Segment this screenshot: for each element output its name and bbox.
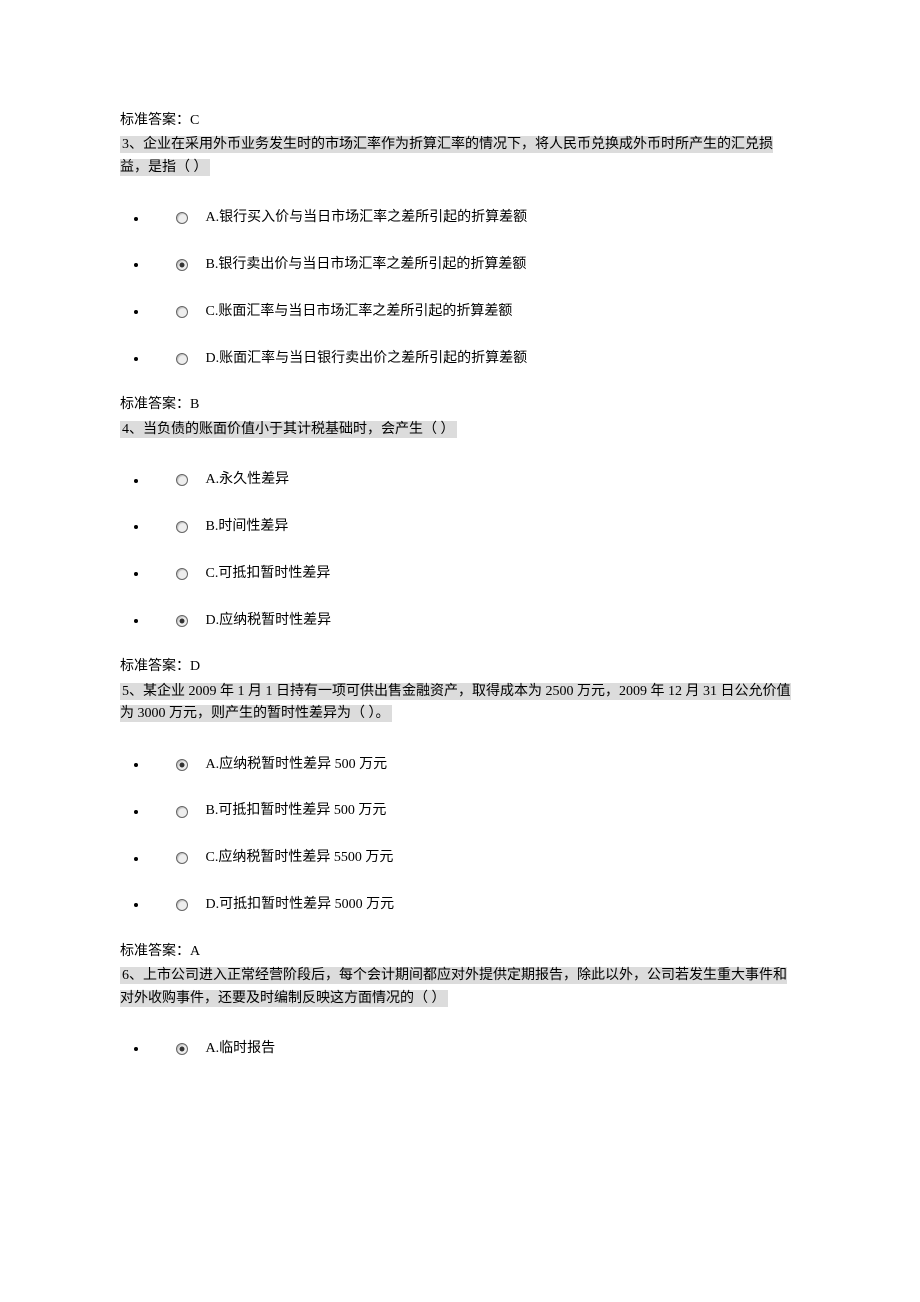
radio-icon[interactable]	[176, 899, 188, 911]
list-item: C.应纳税暂时性差异 5500 万元	[148, 847, 800, 870]
option-label: B.可抵扣暂时性差异 500 万元	[206, 803, 387, 818]
list-item: A.永久性差异	[148, 469, 800, 492]
q3-answer: 标准答案：B	[120, 394, 800, 416]
option-label: B.时间性差异	[206, 519, 289, 534]
option-label: B.银行卖出价与当日市场汇率之差所引起的折算差额	[206, 257, 527, 272]
option-label: C.账面汇率与当日市场汇率之差所引起的折算差额	[206, 304, 513, 319]
option-label: A.永久性差异	[206, 472, 290, 487]
list-item: D.应纳税暂时性差异	[148, 610, 800, 633]
option-label: C.应纳税暂时性差异 5500 万元	[206, 850, 394, 865]
q6-text: 6、上市公司进入正常经营阶段后，每个会计期间都应对外提供定期报告，除此以外，公司…	[120, 967, 787, 1006]
radio-icon[interactable]	[176, 306, 188, 318]
q5-block: 5、某企业 2009 年 1 月 1 日持有一项可供出售金融资产，取得成本为 2…	[120, 681, 800, 726]
list-item: B.银行卖出价与当日市场汇率之差所引起的折算差额	[148, 254, 800, 277]
q6-options: A.临时报告	[120, 1038, 800, 1061]
radio-icon[interactable]	[176, 759, 188, 771]
option-label: D.应纳税暂时性差异	[206, 613, 332, 628]
radio-icon[interactable]	[176, 1043, 188, 1055]
option-label: C.可抵扣暂时性差异	[206, 566, 331, 581]
q4-answer: 标准答案：D	[120, 656, 800, 678]
radio-icon[interactable]	[176, 852, 188, 864]
q3-options: A.银行买入价与当日市场汇率之差所引起的折算差额 B.银行卖出价与当日市场汇率之…	[120, 207, 800, 370]
q5-answer: 标准答案：A	[120, 941, 800, 963]
radio-icon[interactable]	[176, 568, 188, 580]
option-label: A.银行买入价与当日市场汇率之差所引起的折算差额	[206, 210, 528, 225]
q4-block: 4、当负债的账面价值小于其计税基础时，会产生（ ）	[120, 419, 800, 441]
list-item: B.可抵扣暂时性差异 500 万元	[148, 800, 800, 823]
radio-icon[interactable]	[176, 212, 188, 224]
list-item: A.银行买入价与当日市场汇率之差所引起的折算差额	[148, 207, 800, 230]
q2-answer: 标准答案：C	[120, 110, 800, 132]
list-item: A.应纳税暂时性差异 500 万元	[148, 754, 800, 777]
list-item: B.时间性差异	[148, 516, 800, 539]
q5-options: A.应纳税暂时性差异 500 万元 B.可抵扣暂时性差异 500 万元 C.应纳…	[120, 754, 800, 917]
radio-icon[interactable]	[176, 806, 188, 818]
radio-icon[interactable]	[176, 259, 188, 271]
option-label: D.账面汇率与当日银行卖出价之差所引起的折算差额	[206, 351, 528, 366]
q5-text: 5、某企业 2009 年 1 月 1 日持有一项可供出售金融资产，取得成本为 2…	[120, 683, 791, 722]
list-item: C.账面汇率与当日市场汇率之差所引起的折算差额	[148, 301, 800, 324]
option-label: A.临时报告	[206, 1041, 276, 1056]
q3-text: 3、企业在采用外币业务发生时的市场汇率作为折算汇率的情况下，将人民币兑换成外币时…	[120, 136, 773, 175]
q3-block: 3、企业在采用外币业务发生时的市场汇率作为折算汇率的情况下，将人民币兑换成外币时…	[120, 134, 800, 179]
list-item: A.临时报告	[148, 1038, 800, 1061]
option-label: A.应纳税暂时性差异 500 万元	[206, 757, 388, 772]
q6-block: 6、上市公司进入正常经营阶段后，每个会计期间都应对外提供定期报告，除此以外，公司…	[120, 965, 800, 1010]
list-item: C.可抵扣暂时性差异	[148, 563, 800, 586]
q4-options: A.永久性差异 B.时间性差异 C.可抵扣暂时性差异 D.应纳税暂时性差异	[120, 469, 800, 632]
radio-icon[interactable]	[176, 474, 188, 486]
list-item: D.可抵扣暂时性差异 5000 万元	[148, 894, 800, 917]
radio-icon[interactable]	[176, 353, 188, 365]
radio-icon[interactable]	[176, 521, 188, 533]
option-label: D.可抵扣暂时性差异 5000 万元	[206, 897, 395, 912]
radio-icon[interactable]	[176, 615, 188, 627]
q4-text: 4、当负债的账面价值小于其计税基础时，会产生（ ）	[120, 421, 457, 438]
list-item: D.账面汇率与当日银行卖出价之差所引起的折算差额	[148, 348, 800, 371]
